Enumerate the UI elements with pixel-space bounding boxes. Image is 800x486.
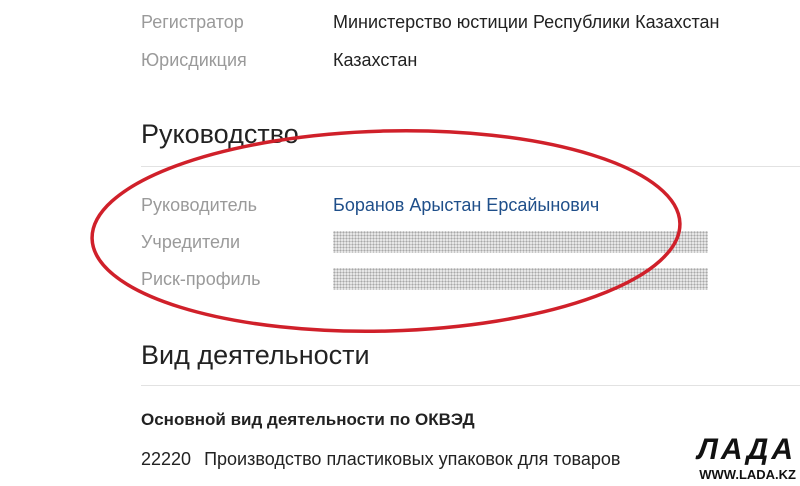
founders-label: Учредители [141,232,241,252]
management-divider [141,166,800,167]
risk-profile-value-redacted [333,268,708,290]
okved-row: 22220 Производство пластиковых упаковок … [141,449,620,470]
jurisdiction-value: Казахстан [333,50,418,70]
watermark-url: WWW.LADA.KZ [699,467,796,482]
founders-value-redacted [333,231,708,253]
registrar-value: Министерство юстиции Республики Казахста… [333,12,720,32]
director-label: Руководитель [141,195,257,215]
main-activity-label: Основной вид деятельности по ОКВЭД [141,410,475,429]
risk-profile-label: Риск-профиль [141,269,261,289]
okved-description: Производство пластиковых упаковок для то… [204,449,621,469]
director-link[interactable]: Боранов Арыстан Ерсайынович [333,195,599,216]
activity-heading: Вид деятельности [141,340,370,370]
management-heading: Руководство [141,119,299,149]
jurisdiction-label: Юрисдикция [141,50,247,70]
registrar-label: Регистратор [141,12,244,32]
activity-divider [141,385,800,386]
watermark-logo: ЛАДА [697,433,796,466]
lada-watermark: ЛАДА WWW.LADA.KZ [686,435,796,483]
okved-code: 22220 [141,449,192,469]
